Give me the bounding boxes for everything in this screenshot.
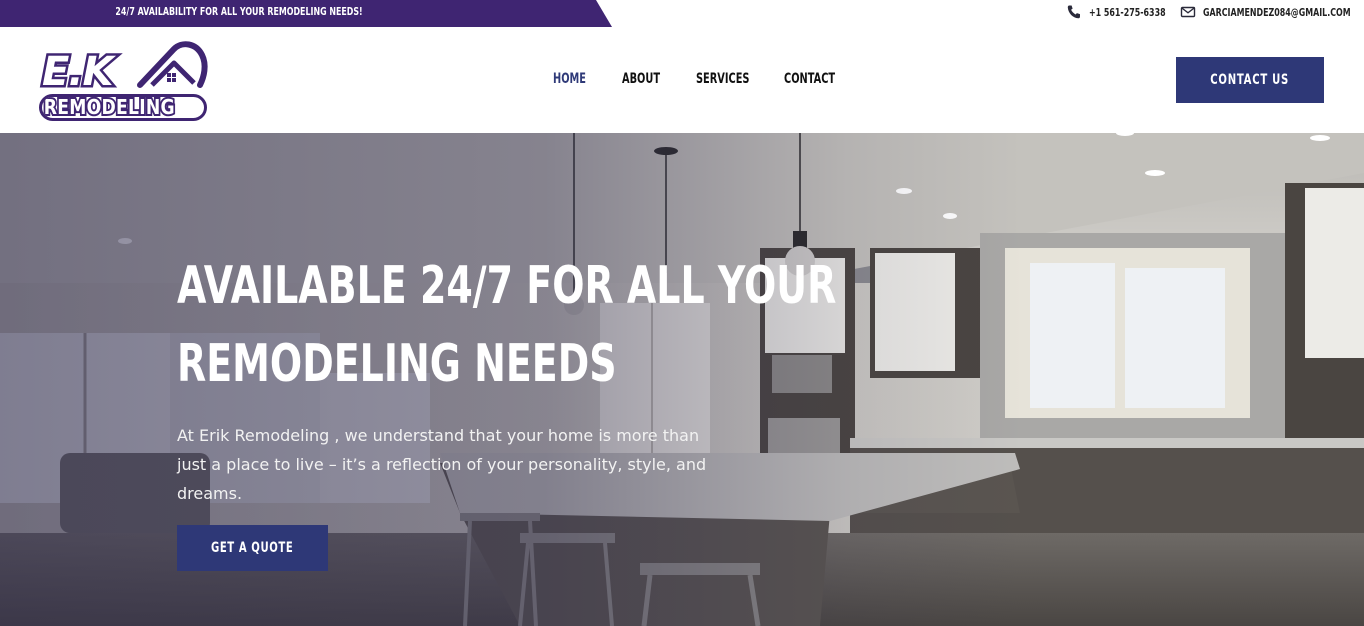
email-link[interactable]: GARCIAMENDEZ084@GMAIL.COM xyxy=(1180,4,1364,20)
phone-icon xyxy=(1067,5,1080,19)
logo-wordmark: REMODELING xyxy=(39,94,207,121)
hero-title: AVAILABLE 24/7 FOR ALL YOUR REMODELING N… xyxy=(177,247,837,403)
nav-contact[interactable]: CONTACT xyxy=(784,69,835,89)
nav-about[interactable]: ABOUT xyxy=(622,69,660,89)
phone-number: +1 561-275-6338 xyxy=(1089,5,1166,19)
nav-services[interactable]: SERVICES xyxy=(696,69,749,89)
hero-section: AVAILABLE 24/7 FOR ALL YOUR REMODELING N… xyxy=(0,133,1364,626)
email-address: GARCIAMENDEZ084@GMAIL.COM xyxy=(1203,5,1351,19)
envelope-icon xyxy=(1180,6,1196,18)
announcement-text: 24/7 AVAILABILITY FOR ALL YOUR REMODELIN… xyxy=(115,5,363,18)
logo-mark: E.K xyxy=(40,49,116,95)
house-roof-icon xyxy=(137,41,208,88)
hero-description: At Erik Remodeling , we understand that … xyxy=(177,426,707,503)
get-a-quote-label: GET A QUOTE xyxy=(211,540,294,556)
contact-us-label: CONTACT US xyxy=(1210,72,1290,88)
phone-link[interactable]: +1 561-275-6338 xyxy=(1066,4,1195,20)
hero-title-line-1: AVAILABLE 24/7 FOR ALL YOUR xyxy=(177,256,837,316)
top-bar: 24/7 AVAILABILITY FOR ALL YOUR REMODELIN… xyxy=(0,0,1364,27)
logo-wordmark-text: REMODELING xyxy=(42,95,176,119)
get-a-quote-button[interactable]: GET A QUOTE xyxy=(177,525,328,571)
company-logo[interactable]: E.K REMODELING xyxy=(38,39,210,123)
contact-us-button[interactable]: CONTACT US xyxy=(1176,57,1324,103)
site-header: E.K REMODELING HOME ABOUT SERVICES CONTA… xyxy=(0,27,1364,133)
hero-title-line-2: REMODELING NEEDS xyxy=(177,334,617,394)
nav-home[interactable]: HOME xyxy=(553,69,586,89)
